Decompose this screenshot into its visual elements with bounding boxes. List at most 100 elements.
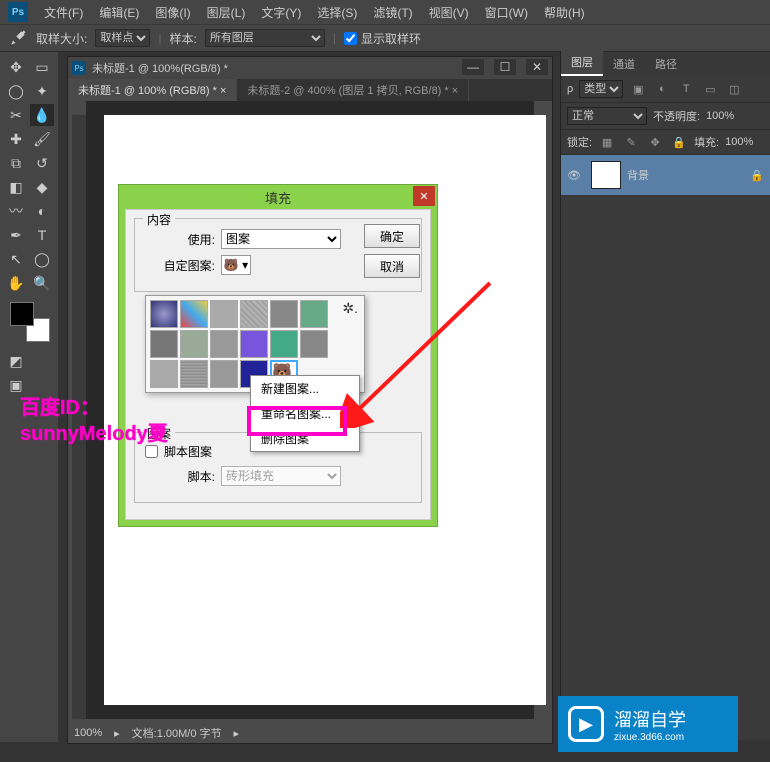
shape-tool[interactable]: ◯ (30, 248, 54, 270)
show-ring-check[interactable]: 显示取样环 (344, 30, 421, 47)
sample-layer-select[interactable]: 所有图层 (205, 29, 325, 47)
menu-type[interactable]: 文字(Y) (253, 4, 309, 21)
screenmode-tool[interactable]: ▣ (4, 374, 28, 396)
pattern-thumb[interactable] (240, 330, 268, 358)
blend-mode-select[interactable]: 正常 (567, 107, 647, 125)
gradient-tool[interactable]: ◆ (30, 176, 54, 198)
lock-all-icon[interactable]: 🔒 (670, 136, 688, 149)
pattern-thumb[interactable] (210, 330, 238, 358)
filter-adjust-icon[interactable]: ◐ (653, 83, 671, 95)
script-pattern-check[interactable] (145, 445, 158, 458)
lock-move-icon[interactable]: ✥ (646, 136, 664, 149)
layer-filter-select[interactable]: 类型 (579, 80, 623, 98)
pattern-legend: 图案 (143, 425, 175, 442)
wand-tool[interactable]: ✦ (30, 80, 54, 102)
doc-maximize-button[interactable]: ☐ (494, 59, 516, 75)
doc-tab-1[interactable]: 未标题-1 @ 100% (RGB/8) * × (68, 79, 237, 101)
brush-tool[interactable]: 🖌 (30, 128, 54, 150)
filter-image-icon[interactable]: ▣ (629, 83, 647, 96)
pattern-thumb[interactable] (270, 330, 298, 358)
pattern-swatch[interactable]: 🐻 ▾ (221, 255, 251, 275)
script-select[interactable]: 砖形填充 (221, 466, 341, 486)
brand-badge: ▶ 溜溜自学 zixue.3d66.com (558, 696, 738, 752)
menu-layer[interactable]: 图层(L) (199, 4, 254, 21)
fill-dialog-title: 填充 ✕ (119, 185, 437, 209)
gear-icon[interactable]: ✲. (342, 300, 358, 317)
ruler-left (72, 115, 86, 719)
menu-select[interactable]: 选择(S) (309, 4, 365, 21)
rect-marquee-tool[interactable]: ▭ (30, 56, 54, 78)
ctx-new-pattern[interactable]: 新建图案... (251, 376, 359, 401)
lock-icon: 🔒 (750, 169, 764, 182)
zoom-readout[interactable]: 100% (74, 727, 102, 739)
layer-row[interactable]: 👁 背景 🔒 (561, 155, 770, 195)
blur-tool[interactable]: 〰 (4, 200, 28, 222)
toolbox: ✥▭ ◯✦ ✂💧 ✚🖌 ⧉↺ ◧◆ 〰◐ ✒T ↖◯ ✋🔍 ◩ ▣ (0, 52, 58, 742)
quickmask-tool[interactable]: ◩ (4, 350, 28, 372)
pattern-thumb[interactable] (210, 360, 238, 388)
eyedropper-tool[interactable]: 💧 (30, 104, 54, 126)
ctx-rename-pattern[interactable]: 重命名图案... (251, 401, 359, 426)
content-legend: 内容 (143, 211, 175, 228)
visibility-icon[interactable]: 👁 (567, 169, 585, 182)
filter-shape-icon[interactable]: ▭ (701, 83, 719, 96)
zoom-tool[interactable]: 🔍 (30, 272, 54, 294)
menu-view[interactable]: 视图(V) (421, 4, 477, 21)
move-tool[interactable]: ✥ (4, 56, 28, 78)
sample-size-select[interactable]: 取样点 (95, 29, 150, 47)
sample-size-label: 取样大小: (36, 30, 87, 47)
tab-layers[interactable]: 图层 (561, 50, 603, 76)
menu-window[interactable]: 窗口(W) (477, 4, 536, 21)
dodge-tool[interactable]: ◐ (30, 200, 54, 222)
pattern-thumb[interactable] (210, 300, 238, 328)
filter-text-icon[interactable]: T (677, 83, 695, 95)
doc-tab-2[interactable]: 未标题-2 @ 400% (图层 1 拷贝, RGB/8) * × (237, 79, 469, 101)
doc-minimize-button[interactable]: — (462, 59, 484, 75)
dialog-close-button[interactable]: ✕ (413, 186, 435, 206)
fill-dialog: 填充 ✕ 确定 取消 内容 使用: 图案 自定图案: 🐻 ▾ ✲. (118, 184, 438, 527)
lock-paint-icon[interactable]: ✎ (622, 136, 640, 149)
pattern-thumb[interactable] (180, 330, 208, 358)
pattern-thumb[interactable] (270, 300, 298, 328)
lasso-tool[interactable]: ◯ (4, 80, 28, 102)
doc-close-button[interactable]: ✕ (526, 59, 548, 75)
pattern-thumb[interactable] (300, 300, 328, 328)
history-brush-tool[interactable]: ↺ (30, 152, 54, 174)
fill-value[interactable]: 100% (725, 136, 753, 148)
chevron-right-icon[interactable]: ▸ (234, 727, 240, 740)
pattern-thumb[interactable] (150, 330, 178, 358)
heal-tool[interactable]: ✚ (4, 128, 28, 150)
tab-channels[interactable]: 通道 (603, 52, 645, 76)
color-swatches[interactable] (10, 302, 50, 342)
options-bar: 取样大小: 取样点 | 样本: 所有图层 | 显示取样环 (0, 24, 770, 52)
menu-file[interactable]: 文件(F) (36, 4, 91, 21)
status-bar: 100% ▸ 文档:1.00M/0 字节 ▸ (74, 725, 239, 741)
ctx-delete-pattern[interactable]: 删除图案 (251, 426, 359, 451)
pattern-thumb[interactable] (150, 360, 178, 388)
pattern-thumb[interactable] (300, 330, 328, 358)
menu-edit[interactable]: 编辑(E) (91, 4, 147, 21)
pattern-thumb[interactable] (180, 360, 208, 388)
tab-paths[interactable]: 路径 (645, 52, 687, 76)
text-tool[interactable]: T (30, 224, 54, 246)
doc-ps-icon: Ps (72, 61, 86, 75)
hand-tool[interactable]: ✋ (4, 272, 28, 294)
brand-title: 溜溜自学 (614, 710, 686, 730)
pen-tool[interactable]: ✒ (4, 224, 28, 246)
menu-filter[interactable]: 滤镜(T) (365, 4, 420, 21)
menu-help[interactable]: 帮助(H) (536, 4, 593, 21)
stamp-tool[interactable]: ⧉ (4, 152, 28, 174)
lock-trans-icon[interactable]: ▦ (598, 136, 616, 149)
pattern-thumb[interactable] (180, 300, 208, 328)
menu-image[interactable]: 图像(I) (147, 4, 198, 21)
crop-tool[interactable]: ✂ (4, 104, 28, 126)
opacity-value[interactable]: 100% (706, 110, 734, 122)
filter-smart-icon[interactable]: ◫ (725, 83, 743, 96)
pattern-thumb[interactable] (240, 300, 268, 328)
eraser-tool[interactable]: ◧ (4, 176, 28, 198)
chevron-right-icon[interactable]: ▸ (114, 727, 120, 740)
pattern-thumb[interactable] (150, 300, 178, 328)
path-tool[interactable]: ↖ (4, 248, 28, 270)
use-select[interactable]: 图案 (221, 229, 341, 249)
layer-thumbnail[interactable] (591, 161, 621, 189)
